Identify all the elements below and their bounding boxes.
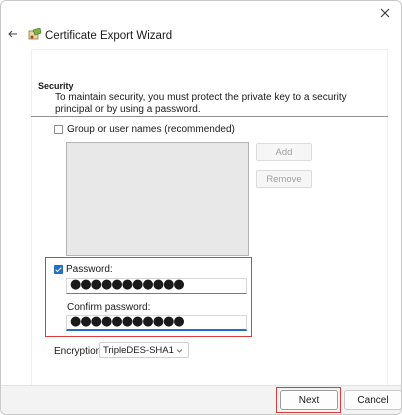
close-button[interactable] <box>375 4 395 22</box>
password-checkbox[interactable] <box>54 265 63 274</box>
footer-bar <box>1 385 401 414</box>
password-label: Password: <box>66 264 113 275</box>
add-button[interactable]: Add <box>256 143 312 161</box>
password-option[interactable]: Password: <box>54 264 113 275</box>
section-divider <box>31 116 388 117</box>
encryption-label: Encryption: <box>54 346 105 357</box>
group-user-names-checkbox[interactable] <box>54 125 63 134</box>
password-input[interactable]: ●●●●●●●●●●● <box>66 278 247 294</box>
certificate-export-wizard-window: Certificate Export Wizard Security To ma… <box>0 0 402 415</box>
encryption-select[interactable]: TripleDES-SHA1 <box>99 342 189 358</box>
certificate-wizard-icon <box>28 28 42 40</box>
wizard-title: Certificate Export Wizard <box>45 30 173 42</box>
encryption-selected-value: TripleDES-SHA1 <box>103 344 174 356</box>
back-button[interactable] <box>6 27 20 41</box>
group-user-names-list[interactable] <box>66 142 249 256</box>
close-icon <box>380 8 390 18</box>
confirm-password-label: Confirm password: <box>67 302 151 313</box>
back-arrow-icon <box>8 30 17 38</box>
group-user-names-label: Group or user names (recommended) <box>67 124 235 135</box>
security-description: To maintain security, you must protect t… <box>55 92 347 115</box>
cancel-button[interactable]: Cancel <box>344 390 401 410</box>
confirm-password-input[interactable]: ●●●●●●●●●●● <box>66 315 247 331</box>
remove-button[interactable]: Remove <box>256 170 312 188</box>
next-button[interactable]: Next <box>280 390 338 410</box>
security-heading: Security <box>38 81 74 91</box>
chevron-down-icon <box>176 349 183 353</box>
group-user-names-option[interactable]: Group or user names (recommended) <box>54 124 235 135</box>
